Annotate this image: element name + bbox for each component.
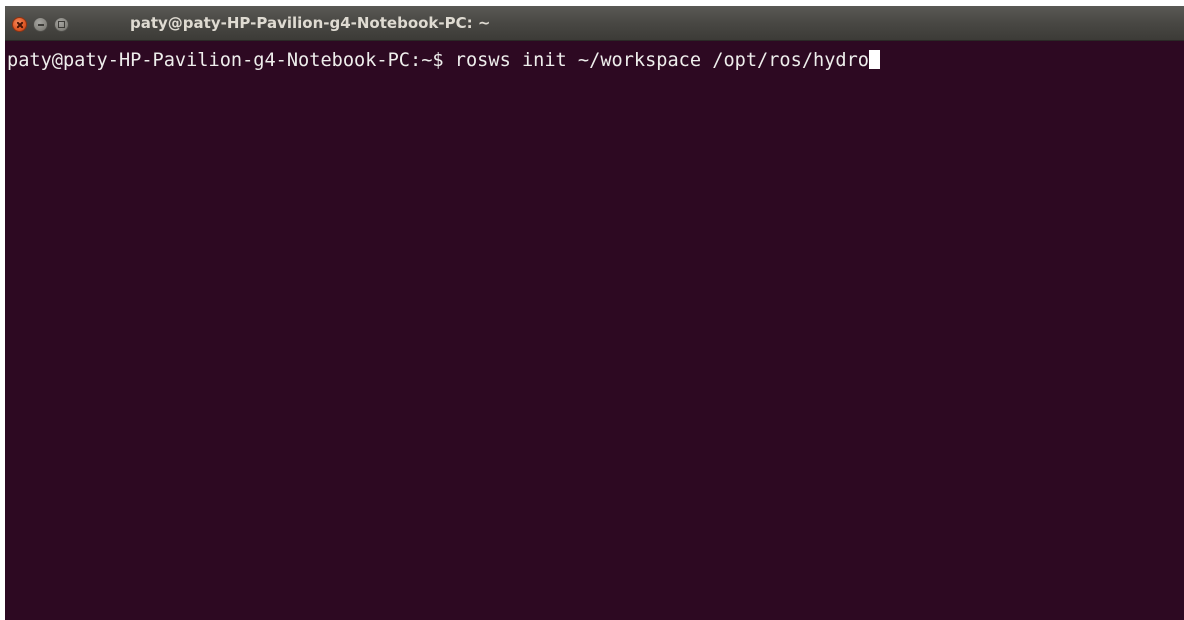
- close-icon[interactable]: [12, 17, 27, 32]
- minimize-icon[interactable]: [33, 17, 48, 32]
- command-line[interactable]: paty@paty-HP-Pavilion-g4-Notebook-PC:~$ …: [7, 50, 880, 72]
- window-title: paty@paty-HP-Pavilion-g4-Notebook-PC: ~: [130, 14, 491, 32]
- text-cursor: [869, 50, 880, 69]
- terminal-body[interactable]: paty@paty-HP-Pavilion-g4-Notebook-PC:~$ …: [5, 41, 1184, 620]
- shell-prompt: paty@paty-HP-Pavilion-g4-Notebook-PC:~$: [7, 50, 444, 71]
- maximize-icon[interactable]: [54, 17, 69, 32]
- terminal-window: paty@paty-HP-Pavilion-g4-Notebook-PC: ~ …: [5, 6, 1184, 620]
- title-bar[interactable]: paty@paty-HP-Pavilion-g4-Notebook-PC: ~: [5, 6, 1184, 41]
- command-text[interactable]: rosws init ~/workspace /opt/ros/hydro: [455, 50, 869, 71]
